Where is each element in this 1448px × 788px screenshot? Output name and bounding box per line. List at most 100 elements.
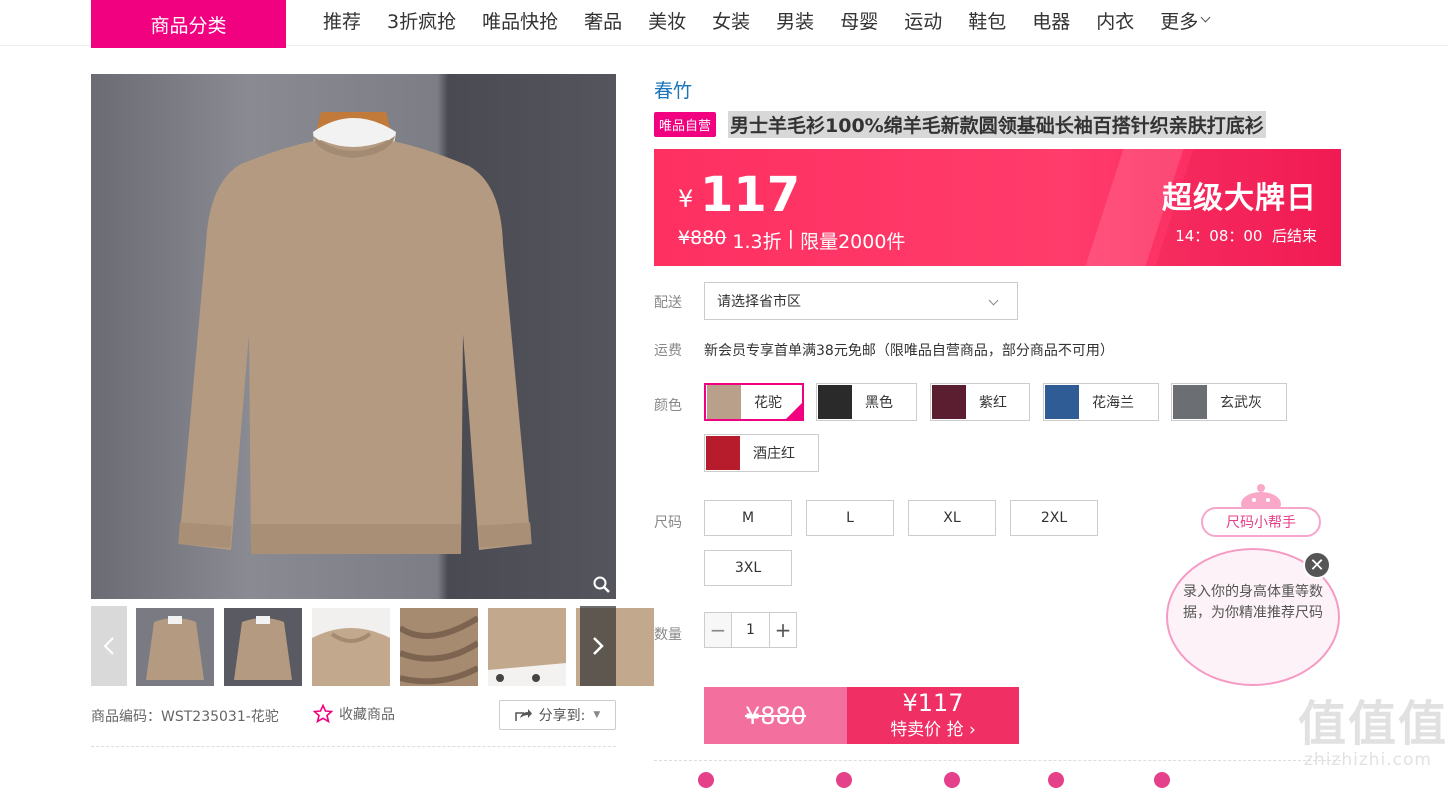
color-label: 颜色 (654, 398, 682, 414)
share-dropdown[interactable]: 分享到: ▼ (499, 700, 616, 730)
nav-more[interactable]: 更多 (1160, 7, 1211, 34)
quantity-input[interactable]: 1 (731, 613, 770, 647)
freight-label: 运费 (654, 343, 682, 359)
size-option-xl[interactable]: XL (908, 500, 996, 536)
current-price: 117 (700, 167, 801, 223)
color-option-camel[interactable]: 花驼 (704, 383, 804, 421)
color-swatch (818, 385, 852, 419)
thumbnail-1[interactable] (136, 608, 214, 686)
color-option-label: 花驼 (754, 395, 782, 411)
buy-action-label: 特卖价 抢 (890, 720, 964, 740)
quantity-minus-button[interactable]: − (705, 613, 731, 647)
color-option-purple-red[interactable]: 紫红 (930, 383, 1030, 421)
product-info-row: 商品编码：WST235031-花驼 收藏商品 分享到: ▼ (91, 700, 616, 730)
main-product-image[interactable] (91, 74, 616, 599)
buy-button[interactable]: ¥117 特卖价 抢 › (847, 687, 1019, 744)
zoom-icon[interactable] (592, 575, 612, 595)
sweater-image (178, 112, 532, 554)
chevron-right-icon (593, 637, 604, 655)
size-option-m[interactable]: M (704, 500, 792, 536)
color-option-label: 紫红 (979, 395, 1007, 411)
countdown-timer: 14：08：00 后结束 (1175, 227, 1317, 245)
nav-more-label: 更多 (1160, 10, 1199, 33)
nav-item-luxury[interactable]: 奢品 (584, 7, 622, 34)
nav-item-beauty[interactable]: 美妆 (648, 7, 686, 34)
nav-item-men[interactable]: 男装 (776, 7, 814, 34)
self-operated-badge: 唯品自营 (654, 112, 717, 137)
share-icon (514, 709, 532, 721)
watermark-logo: 值值值 (1298, 696, 1448, 752)
share-label: 分享到: (538, 708, 586, 724)
price-separator: | (781, 227, 801, 249)
quantity-plus-button[interactable]: + (770, 613, 796, 647)
size-helper-text: 录入你的身高体重等数据，为你精准推荐尺码 (1183, 584, 1323, 621)
color-option-label: 玄武灰 (1220, 395, 1262, 411)
delivery-label: 配送 (654, 295, 682, 311)
close-icon[interactable]: ✕ (1303, 551, 1331, 579)
feature-dot (1154, 772, 1170, 788)
brand-link[interactable]: 春竹 (654, 76, 692, 103)
thumbnail-next-button[interactable] (580, 606, 616, 686)
nav-item-quick[interactable]: 唯品快抢 (482, 7, 558, 34)
color-option-black[interactable]: 黑色 (816, 383, 917, 421)
star-icon (313, 704, 333, 724)
price-banner: ¥ 117 ¥880 1.3折 | 限量2000件 超级大牌日 14：08：00… (654, 149, 1341, 266)
original-price: ¥880 (678, 227, 727, 249)
category-button[interactable]: 商品分类 (91, 0, 286, 48)
chevron-right-icon: › (969, 720, 976, 740)
color-swatch (1173, 385, 1207, 419)
nav-item-underwear[interactable]: 内衣 (1096, 7, 1134, 34)
price-details: ¥880 1.3折 | 限量2000件 (678, 227, 905, 254)
thumbnail-2[interactable] (224, 608, 302, 686)
thumbnail-5[interactable] (488, 608, 566, 686)
nav-item-flash-30[interactable]: 3折疯抢 (387, 7, 456, 34)
size-label: 尺码 (654, 515, 682, 531)
feature-dot (698, 772, 714, 788)
color-option-label: 酒庄红 (753, 446, 795, 462)
freight-text: 新会员专享首单满38元免邮（限唯品自营商品，部分商品不可用） (704, 343, 1114, 359)
color-option-wine-red[interactable]: 酒庄红 (704, 434, 819, 472)
selected-check-icon (785, 402, 803, 420)
chevron-down-icon (1200, 12, 1211, 23)
watermark-url: zhizhizhi.com (1304, 750, 1432, 770)
address-placeholder: 请选择省市区 (717, 294, 801, 310)
color-option-grey[interactable]: 玄武灰 (1171, 383, 1287, 421)
color-option-navy[interactable]: 花海兰 (1043, 383, 1159, 421)
nav-items: 推荐 3折疯抢 唯品快抢 奢品 美妆 女装 男装 母婴 运动 鞋包 电器 内衣 … (323, 0, 1235, 40)
color-option-label: 黑色 (865, 395, 893, 411)
size-option-3xl[interactable]: 3XL (704, 550, 792, 586)
color-swatch (1045, 385, 1079, 419)
chevron-down-icon (988, 295, 999, 306)
discount-rate: 1.3折 (732, 231, 782, 253)
favorite-button[interactable]: 收藏商品 (313, 704, 395, 724)
caret-down-icon: ▼ (593, 710, 601, 720)
feature-dot (836, 772, 852, 788)
currency-symbol: ¥ (678, 185, 694, 213)
top-nav: 商品分类 推荐 3折疯抢 唯品快抢 奢品 美妆 女装 男装 母婴 运动 鞋包 电… (0, 0, 1448, 48)
color-swatch (707, 385, 741, 419)
feature-dot (944, 772, 960, 788)
thumbnail-3[interactable] (312, 608, 390, 686)
size-helper-title[interactable]: 尺码小帮手 (1201, 507, 1321, 537)
color-swatch (932, 385, 966, 419)
nav-item-women[interactable]: 女装 (712, 7, 750, 34)
watermark: 值值值 zhizhizhi.com (1298, 698, 1448, 770)
nav-item-baby[interactable]: 母婴 (840, 7, 878, 34)
stock-limit: 限量2000件 (800, 231, 906, 253)
address-select[interactable]: 请选择省市区 (704, 282, 1018, 320)
nav-item-appliances[interactable]: 电器 (1032, 7, 1070, 34)
chevron-left-icon (103, 637, 114, 655)
thumbnail-4[interactable] (400, 608, 478, 686)
size-option-2xl[interactable]: 2XL (1010, 500, 1098, 536)
quantity-label: 数量 (654, 627, 682, 643)
color-option-label: 花海兰 (1092, 395, 1134, 411)
color-swatch (706, 436, 740, 470)
buy-original-price[interactable]: ¥880 (704, 687, 847, 744)
thumbnail-prev-button[interactable] (91, 606, 127, 686)
size-option-l[interactable]: L (806, 500, 894, 536)
nav-item-sports[interactable]: 运动 (904, 7, 942, 34)
event-title: 超级大牌日 (1162, 181, 1317, 216)
favorite-label: 收藏商品 (339, 707, 395, 723)
nav-item-shoes-bags[interactable]: 鞋包 (968, 7, 1006, 34)
nav-item-recommend[interactable]: 推荐 (323, 7, 361, 34)
